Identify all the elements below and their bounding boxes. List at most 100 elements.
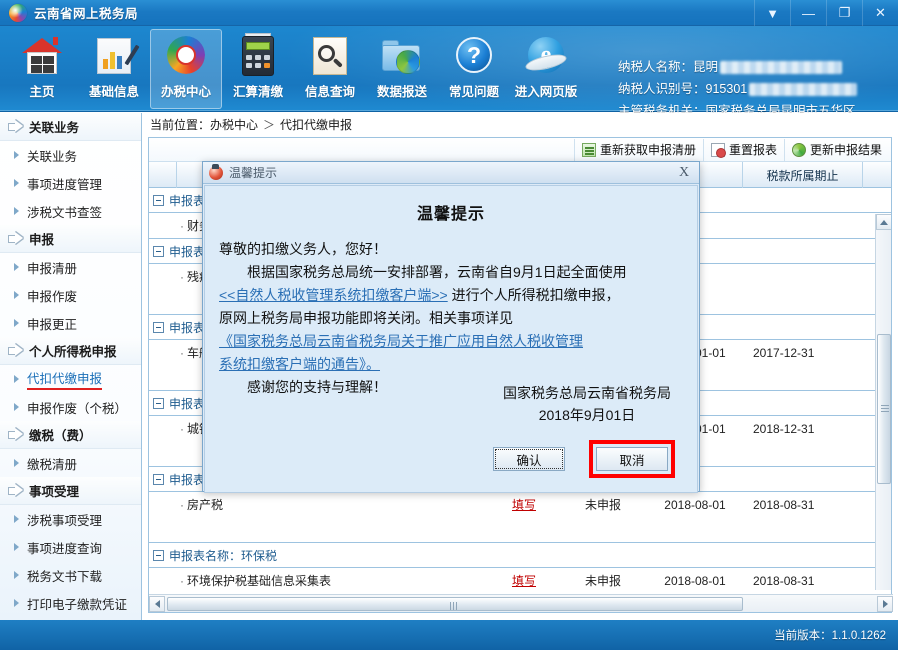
chevron-right-icon [14,179,19,187]
sidebar-item-declaration-correction[interactable]: 申报更正 [0,309,141,337]
sidebar-item-label: 缴税清册 [27,457,78,472]
vertical-scroll-thumb[interactable] [877,334,891,484]
notice-bell-icon [209,163,223,180]
breadcrumb-separator: ＞ [263,117,276,132]
window-titlebar: 云南省网上税务局 ▼ — ❐ ✕ [0,0,898,26]
rainbow-globe-icon [9,3,27,22]
ribbon-item-annual-settlement[interactable]: 汇算清缴 [222,29,294,109]
dialog-line-5: 《国家税务总局云南省税务局关于推广应用自然人税收管理 [219,330,683,353]
ribbon-item-faq[interactable]: ? 常见问题 [438,29,510,109]
fill-link[interactable]: 填写 [512,572,536,589]
sidebar-item-label: 代扣代缴申报 [27,368,103,390]
ribbon-label: 数据报送 [376,85,427,99]
chevron-right-icon [14,459,19,467]
sidebar-item-declaration-void[interactable]: 申报作废 [0,281,141,309]
ribbon-item-info-query[interactable]: 信息查询 [294,29,366,109]
tool-button-label: 更新申报结果 [809,143,882,157]
scroll-right-arrow-icon[interactable] [877,595,893,612]
chevron-right-icon [14,207,19,215]
chevron-right-icon [14,515,19,523]
chevron-right-icon [14,403,19,411]
announcement-link-part1[interactable]: 《国家税务总局云南省税务局关于推广应用自然人税收管理 [219,333,583,349]
sidebar-item-payment-list[interactable]: 缴税清册 [0,449,141,477]
sidebar-item-matter-progress-query[interactable]: 事项进度查询 [0,533,141,561]
chevron-right-icon [14,263,19,271]
refresh-declaration-list-button[interactable]: 重新获取申报清册 [573,138,703,161]
horizontal-scroll-thumb[interactable] [167,596,743,611]
sidebar-item-progress-management[interactable]: 事项进度管理 [0,169,141,197]
table-group-row[interactable]: 申报表名称：环保税 [149,543,891,568]
sidebar-item-label: 申报清册 [27,261,78,276]
sidebar-item-iit-void[interactable]: 申报作废（个税） [0,393,141,421]
sidebar-group-label: 缴税（费） [29,429,92,443]
tool-button-label: 重新获取申报清册 [599,143,696,157]
cancel-button[interactable]: 取消 [596,447,668,471]
redacted-name-mask [720,60,843,74]
collapse-toggle-icon[interactable] [153,194,164,206]
scroll-up-arrow-icon[interactable] [876,214,891,230]
fill-link[interactable]: 填写 [512,496,536,513]
dialog-thanks-text: 感谢您的支持与理解！ [247,379,387,395]
redacted-id-mask [749,82,858,96]
dialog-title: 温馨提示 [229,166,278,180]
vertical-scrollbar[interactable] [875,214,891,590]
chevron-right-icon [14,599,19,607]
sidebar-item-document-download[interactable]: 税务文书下载 [0,561,141,589]
sidebar-item-withholding-declaration[interactable]: 代扣代缴申报 [0,365,141,393]
client-download-link[interactable]: <<自然人税收管理系统扣缴客户端>> [219,287,448,303]
horizontal-scroll-track[interactable] [165,596,877,612]
sidebar-item-print-payment-voucher[interactable]: 打印电子缴款凭证 [0,589,141,617]
calculator-icon [235,33,281,78]
table-row[interactable]: · 环境保护税基础信息采集表 填写 未申报 2018-08-01 2018-08… [149,568,891,590]
reset-report-button[interactable]: 重置报表 [702,138,784,161]
refresh-list-icon [581,142,596,157]
more-icon[interactable]: ▼ [754,0,790,26]
version-text: 当前版本：1.1.0.1262 [774,630,886,642]
sidebar-item-document-signing[interactable]: 涉税文书查签 [0,197,141,225]
collapse-toggle-icon[interactable] [153,473,164,485]
ribbon-item-web-version[interactable]: e 进入网页版 [510,29,582,109]
ribbon-item-home[interactable]: 主页 [6,29,78,109]
sidebar-item-tax-matter-acceptance[interactable]: 涉税事项受理 [0,505,141,533]
close-icon[interactable]: ✕ [862,0,898,26]
breadcrumb-root[interactable]: 办税中心 [210,116,258,133]
column-header-checkbox[interactable] [149,162,177,188]
horizontal-scrollbar[interactable] [149,594,893,612]
collapse-toggle-icon[interactable] [153,321,164,333]
sidebar-item-label: 申报更正 [27,317,78,332]
chevron-right-icon [14,291,19,299]
taxpayer-id-row: 纳税人识别号： 915301 [618,78,888,100]
collapse-toggle-icon[interactable] [153,549,164,561]
sidebar-item-declaration-list[interactable]: 申报清册 [0,253,141,281]
sidebar-item-label: 税务文书下载 [27,569,103,584]
maximize-icon[interactable]: ❐ [826,0,862,26]
ribbon-item-basic-info[interactable]: 基础信息 [78,29,150,109]
scroll-left-arrow-icon[interactable] [149,595,165,612]
table-row[interactable]: · 房产税 填写 未申报 2018-08-01 2018-08-31 [149,492,891,517]
announcement-link-part2[interactable]: 系统扣缴客户端的通告》。 [219,356,380,372]
ribbon-item-tax-service-center[interactable]: 办税中心 [150,29,222,109]
dialog-line-2-text: 根据国家税务总局统一安排部署，云南省自9月1日起全面使用 [247,264,627,280]
reset-report-icon [710,142,726,158]
dialog-line-4: 原网上税务局申报功能即将关闭。相关事项详见 [219,310,513,326]
column-header-period-end[interactable]: 税款所属期止 [743,162,863,188]
period-end: 2017-12-31 [753,345,815,360]
confirm-button[interactable]: 确认 [493,447,565,471]
ribbon-label: 信息查询 [304,85,355,99]
update-result-icon [791,142,806,157]
sidebar-item-label: 事项进度查询 [27,541,103,556]
ribbon-item-data-submission[interactable]: 数据报送 [366,29,438,109]
bullet-icon: · [180,218,184,233]
sidebar-item-related-business[interactable]: 关联业务 [0,141,141,169]
table-group-label: 申报表名称：环保税 [169,548,278,563]
bullet-icon: · [180,421,184,436]
chevron-right-icon [14,543,19,551]
collapse-toggle-icon[interactable] [153,397,164,409]
collapse-toggle-icon[interactable] [153,245,164,257]
minimize-icon[interactable]: — [790,0,826,26]
scroll-grip-icon [881,405,889,412]
dialog-line-3: <<自然人税收管理系统扣缴客户端>> 进行个人所得税扣缴申报， [219,284,683,307]
form-name: 环境保护税基础信息采集表 [187,574,332,588]
update-declaration-result-button[interactable]: 更新申报结果 [783,138,889,161]
dialog-close-icon[interactable]: X [675,164,693,182]
